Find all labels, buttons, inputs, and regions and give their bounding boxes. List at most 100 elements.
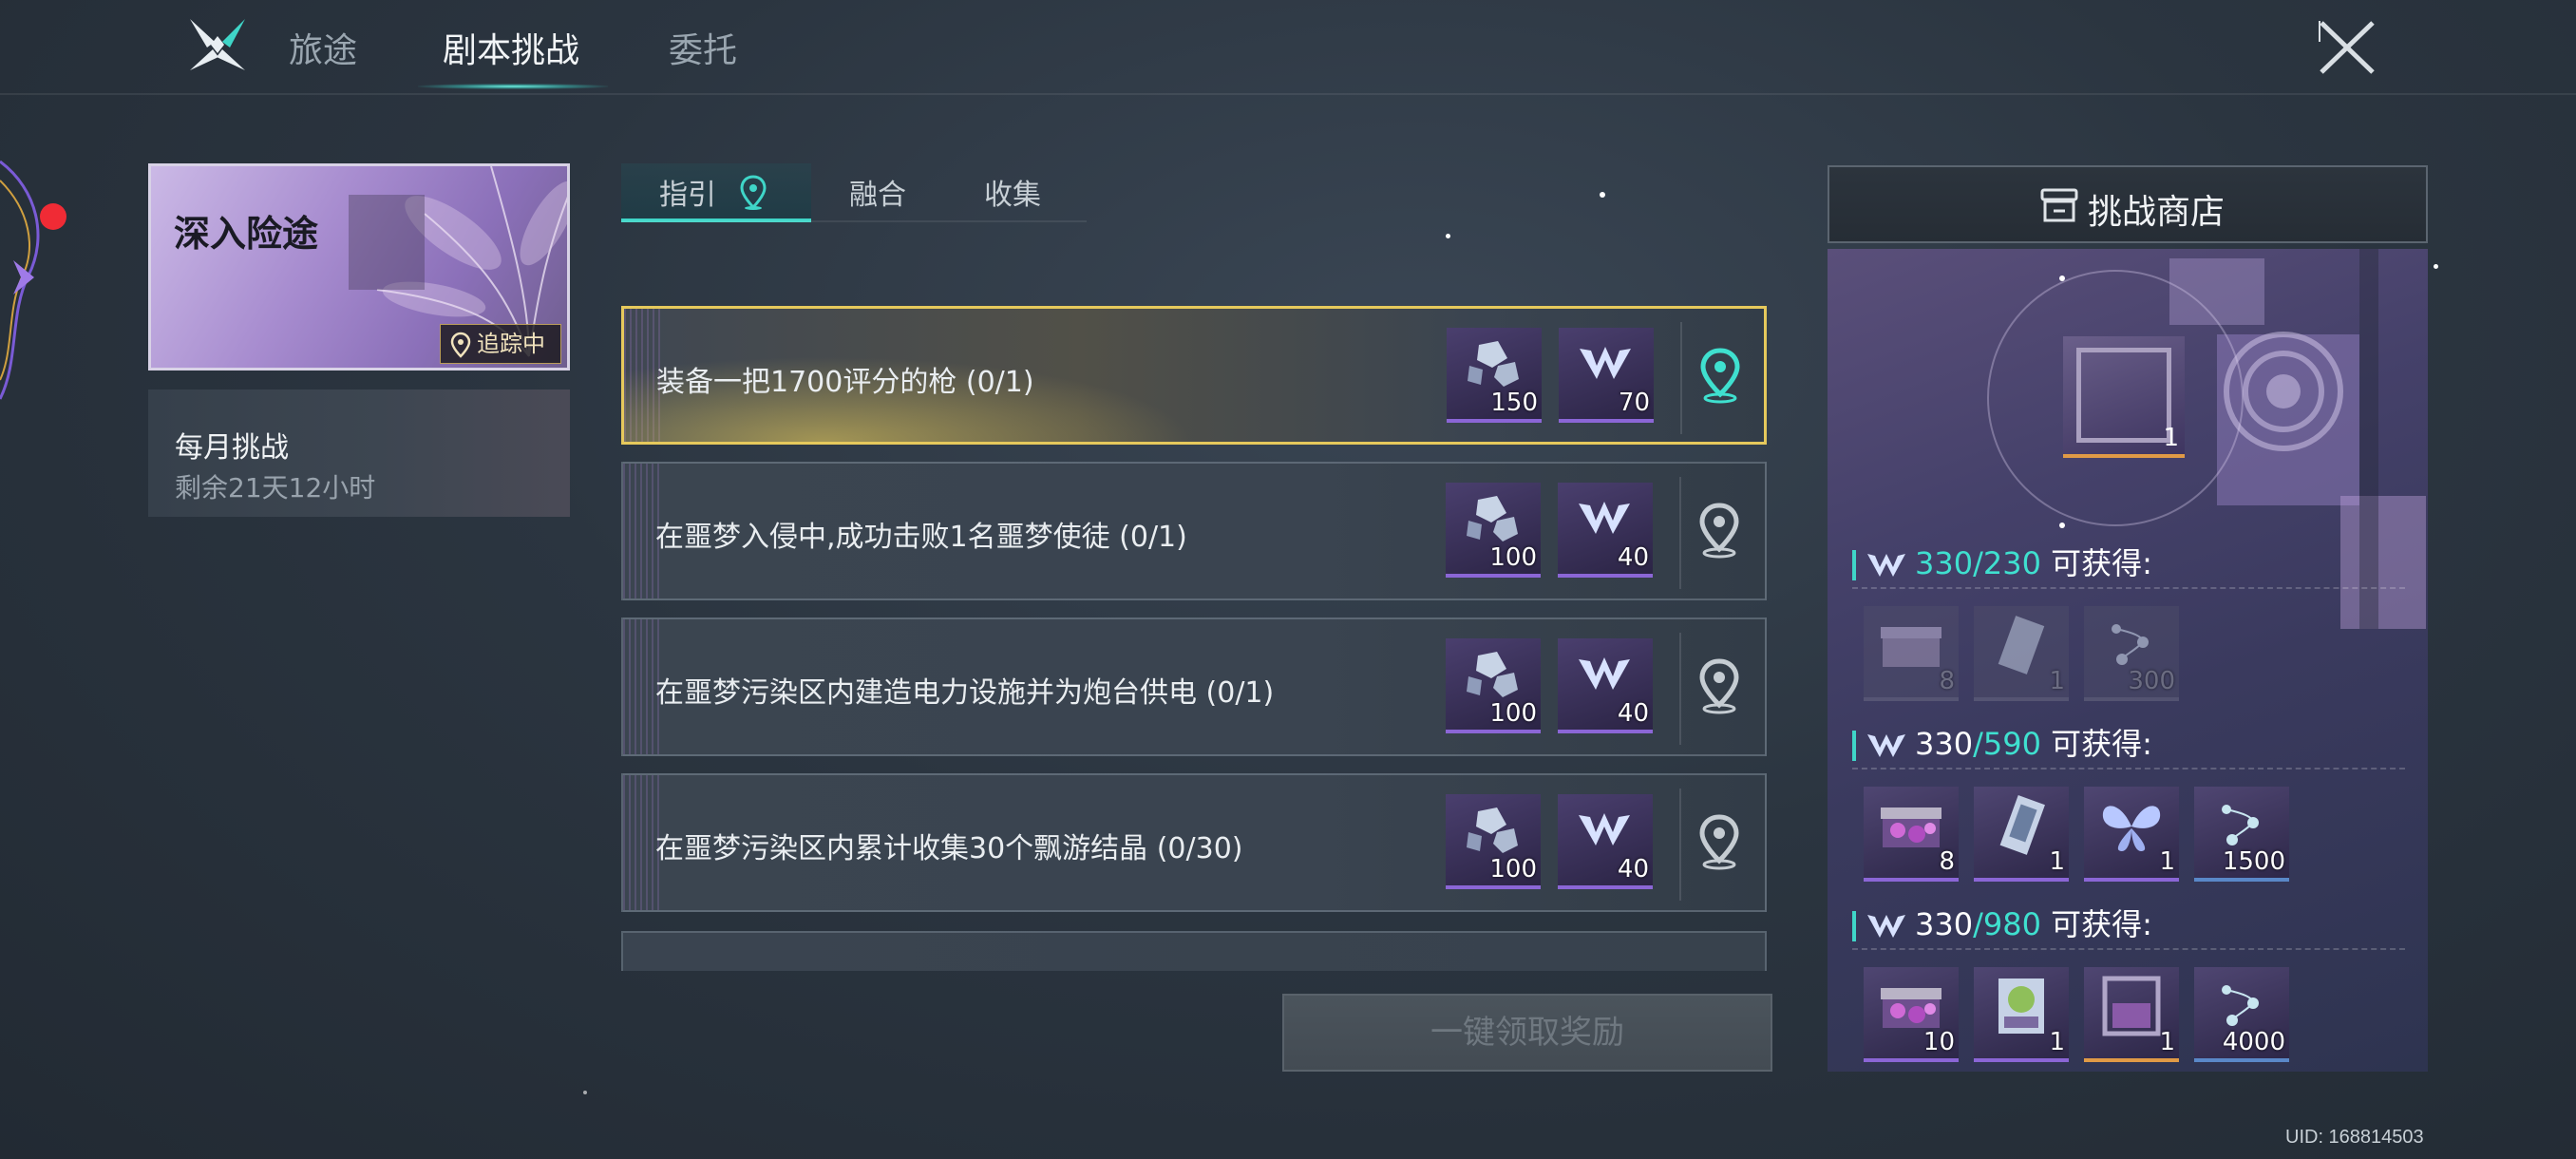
challenge-shop-button[interactable]: 挑战商店 [1828,165,2428,243]
reward-crystal[interactable]: 100 [1446,794,1541,889]
reward-count: 40 [1617,543,1649,572]
reward-crystal[interactable]: 150 [1447,328,1542,423]
tab-collect[interactable]: 收集 [984,171,1041,213]
card-title: 深入险途 [174,213,319,255]
item-count: 300 [2128,667,2175,695]
tier-current: 330 [1915,545,1974,581]
featured-reward[interactable]: 1 [2063,336,2185,458]
item-count: 1 [2159,847,2175,876]
shop-item[interactable]: 1 [1974,787,2069,882]
quest-row[interactable]: 装备一把1700评分的枪 (0/1) 150 70 [621,306,1767,445]
card-icon [1999,794,2045,855]
crystal-icon [1467,808,1518,853]
quest-row[interactable]: 在噩梦污染区内累计收集30个飘游结晶 (0/30) 100 40 [621,773,1767,912]
tier-label: 可获得: [2051,726,2152,762]
challenge-card-monthly[interactable]: 每月挑战 剩余21天12小时 [148,390,570,517]
track-location-icon[interactable] [1696,657,1742,714]
remaining-time: 剩余21天12小时 [175,472,376,504]
item-count: 8 [1939,847,1955,876]
reward-crystal[interactable]: 100 [1446,483,1541,578]
tier-label: 可获得: [2051,906,2152,942]
claim-all-rewards-button[interactable]: 一键领取奖励 [1282,994,1772,1072]
shop-item[interactable]: 1 [2084,967,2179,1062]
shop-item[interactable]: 8 [1864,787,1959,882]
track-location-icon[interactable] [1696,813,1742,870]
spark [1600,192,1605,198]
shop-icon [2040,188,2078,222]
track-location-icon[interactable] [1696,502,1742,559]
tier-marker [1852,550,1856,580]
location-pin-icon [450,332,471,358]
frame-icon [2102,976,2161,1036]
user-id: UID: 168814503 [2285,1127,2424,1148]
tab-commission[interactable]: 委托 [669,23,737,72]
quest-row-partial[interactable] [621,931,1767,971]
shop-item[interactable]: 1 [1974,606,2069,701]
shop-item[interactable]: 1 [2084,787,2179,882]
tab-fusion[interactable]: 融合 [849,171,906,213]
tier-divider [1852,948,2405,950]
shop-title: 挑战商店 [2088,193,2226,232]
track-location-icon[interactable] [1697,347,1743,404]
spark [1446,234,1450,238]
reward-token[interactable]: 40 [1558,483,1653,578]
spark [2059,522,2065,528]
token-icon [1580,347,1631,379]
token-icon [1579,813,1630,846]
shop-panel: 1 330/230 可获得: 8 1 300 330/590 可获得: 8 1 … [1828,249,2428,1072]
crystal-icon [1468,341,1519,387]
crystal-icon [1467,652,1518,697]
subtab-divider [621,220,1087,222]
reward-crystal[interactable]: 100 [1446,638,1541,733]
quest-text: 装备一把1700评分的枪 (0/1) [656,366,1034,399]
tier-goal: /590 [1973,726,2041,762]
reward-count: 1 [2163,424,2179,452]
tab-script-challenge[interactable]: 剧本挑战 [443,23,579,72]
chest-icon [1881,627,1941,667]
quest-row[interactable]: 在噩梦污染区内建造电力设施并为炮台供电 (0/1) 100 40 [621,618,1767,756]
tier-goal: /230 [1973,545,2041,581]
tier-goal: /980 [1973,906,2041,942]
item-count: 1 [2049,847,2065,876]
orb-card-icon [1998,978,2044,1034]
notification-dot [40,203,66,230]
tier-header: 330/590 可获得: [1852,720,2152,764]
challenge-card-deep-dive[interactable]: 深入险途 追踪中 [148,163,570,370]
shop-item[interactable]: 10 [1864,967,1959,1062]
card-icon [1998,616,2045,674]
shop-item[interactable]: 1500 [2194,787,2289,882]
tab-guide[interactable]: 指引 [659,171,716,213]
tier-marker [1852,731,1856,761]
spark [583,1091,587,1094]
tier-divider [1852,768,2405,770]
token-icon [1579,657,1630,690]
side-drawer-handle-icon[interactable] [0,152,66,408]
token-icon [1867,554,1905,577]
item-count: 10 [1923,1028,1955,1056]
quest-text: 在噩梦污染区内累计收集30个飘游结晶 (0/30) [655,832,1243,865]
tab-journey[interactable]: 旅途 [289,23,357,72]
card-title: 每月挑战 [175,431,289,465]
active-tab-indicator [418,84,608,89]
item-count: 4000 [2222,1028,2285,1056]
reward-token[interactable]: 40 [1558,794,1653,889]
reward-count: 100 [1489,699,1537,728]
tier-divider [1852,587,2405,589]
shop-item[interactable]: 4000 [2194,967,2289,1062]
row-divider [1679,477,1681,589]
shop-item[interactable]: 8 [1864,606,1959,701]
reward-token[interactable]: 40 [1558,638,1653,733]
shop-item[interactable]: 1 [1974,967,2069,1062]
item-count: 1 [2049,1028,2065,1056]
location-pin-icon [740,175,767,210]
close-icon[interactable] [2314,17,2380,78]
reward-count: 100 [1489,855,1537,884]
item-count: 1 [2159,1028,2175,1056]
tier-header: 330/230 可获得: [1852,540,2152,583]
reward-count: 40 [1617,699,1649,728]
shop-item[interactable]: 300 [2084,606,2179,701]
quest-row[interactable]: 在噩梦入侵中,成功击败1名噩梦使徒 (0/1) 100 40 [621,462,1767,600]
reward-count: 150 [1490,389,1538,417]
row-divider [1679,633,1681,745]
reward-token[interactable]: 70 [1559,328,1654,423]
